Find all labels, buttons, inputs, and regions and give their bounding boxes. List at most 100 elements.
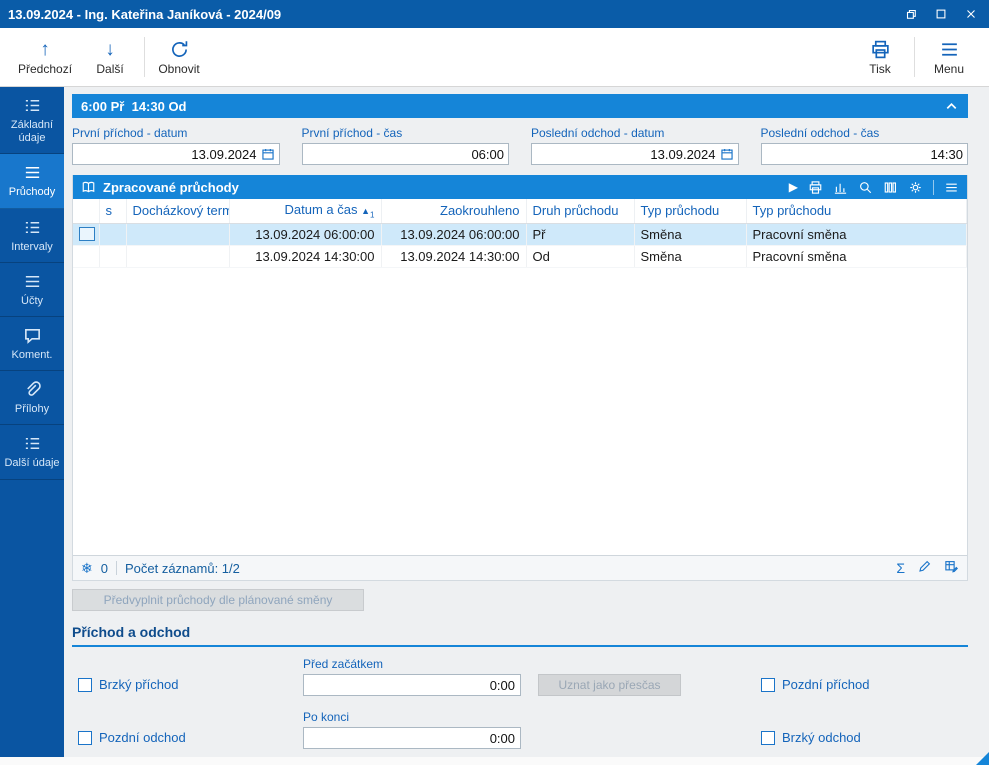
cell-pass-type[interactable]: Směna [634,223,746,245]
cell-rounded[interactable]: 13.09.2024 06:00:00 [381,223,526,245]
sidebar-item-label: Koment. [12,349,53,362]
column-pass-type[interactable]: Typ průchodu [634,199,746,223]
field-label: Poslední odchod - datum [531,126,739,140]
print-grid-icon[interactable] [808,180,823,195]
restore-button[interactable] [897,2,925,26]
sidebar-item-label: Účty [21,295,43,308]
column-s[interactable]: s [99,199,126,223]
cell-terminal[interactable] [126,223,229,245]
window-controls [897,2,985,26]
early-departure-checkbox[interactable]: Brzký odchod [755,730,968,749]
before-start-input[interactable] [303,674,521,696]
sidebar-item-ucty[interactable]: Účty [0,263,64,317]
checkbox-icon[interactable] [761,678,775,692]
first-arrival-date-input[interactable]: 13.09.2024 [72,143,280,165]
sidebar-item-pruchody[interactable]: Průchody [0,154,64,208]
last-departure-date-input[interactable]: 13.09.2024 [531,143,739,165]
cell-s[interactable] [99,223,126,245]
checkbox-icon[interactable] [78,678,92,692]
table-row[interactable]: 13.09.2024 14:30:00 13.09.2024 14:30:00 … [73,245,967,267]
late-arrival-checkbox[interactable]: Pozdní příchod [755,677,968,696]
grid-header-bar: Zpracované průchody ▶ [73,175,967,199]
refresh-button[interactable]: Obnovit [149,32,209,82]
calendar-icon[interactable] [261,147,275,161]
column-terminal[interactable]: Docházkový terminál [126,199,229,223]
table-row[interactable]: 13.09.2024 06:00:00 13.09.2024 06:00:00 … [73,223,967,245]
column-shift-type[interactable]: Typ průchodu [746,199,967,223]
chart-icon[interactable] [833,180,848,195]
last-departure-time-input[interactable]: 14:30 [761,143,969,165]
prefill-passes-button[interactable]: Předvyplnit průchody dle plánované směny [72,589,364,611]
sidebar-item-intervaly[interactable]: Intervaly [0,209,64,263]
grid-edit-icon[interactable] [944,559,959,577]
cell-direction[interactable]: Př [526,223,634,245]
columns-icon[interactable] [883,180,898,195]
field-first-arrival-time: První příchod - čas 06:00 [302,126,510,165]
sidebar-item-zakladni-udaje[interactable]: Základní údaje [0,87,64,154]
after-end-input[interactable] [303,727,521,749]
book-icon [81,180,96,195]
field-last-departure-date: Poslední odchod - datum 13.09.2024 [531,126,739,165]
cell-datetime[interactable]: 13.09.2024 14:30:00 [229,245,381,267]
early-arrival-checkbox[interactable]: Brzký příchod [72,677,303,696]
settings-icon[interactable] [908,180,923,195]
content-area: 6:00 Př 14:30 Od První příchod - datum 1… [64,87,989,757]
cell-datetime[interactable]: 13.09.2024 06:00:00 [229,223,381,245]
recognize-overtime-button[interactable]: Uznat jako přesčas [538,674,681,696]
cell-shift-type[interactable]: Pracovní směna [746,245,967,267]
print-button[interactable]: Tisk [850,32,910,82]
arrow-up-icon: ↑ [40,38,50,60]
next-button[interactable]: ↓ Další [80,32,140,82]
sidebar-item-dalsi-udaje[interactable]: Další údaje [0,425,64,479]
close-button[interactable] [957,2,985,26]
previous-button[interactable]: ↑ Předchozí [10,32,80,82]
field-last-departure-time: Poslední odchod - čas 14:30 [761,126,969,165]
calendar-icon[interactable] [720,147,734,161]
passes-table: s Docházkový terminál Datum a čas ▲1 Zao… [73,199,967,268]
passes-grid-panel: Zpracované průchody ▶ [72,175,968,581]
menu-button[interactable]: Menu [919,32,979,82]
list-icon [23,272,42,291]
refresh-icon [169,38,190,60]
cell-shift-type[interactable]: Pracovní směna [746,223,967,245]
first-arrival-time-input[interactable]: 06:00 [302,143,510,165]
arrival-form: První příchod - datum 13.09.2024 První p… [72,118,968,175]
checkbox-icon[interactable] [78,731,92,745]
late-departure-checkbox[interactable]: Pozdní odchod [72,730,303,749]
search-icon[interactable] [858,180,873,195]
column-selector[interactable] [73,199,99,223]
maximize-button[interactable] [927,2,955,26]
play-icon[interactable]: ▶ [789,180,798,194]
checkbox-icon[interactable] [761,731,775,745]
sidebar-item-prilohy[interactable]: Přílohy [0,371,64,425]
field-value: 13.09.2024 [191,147,256,162]
field-first-arrival-date: První příchod - datum 13.09.2024 [72,126,280,165]
before-start-field: Před začátkem [303,649,521,696]
cell-rounded[interactable]: 13.09.2024 14:30:00 [381,245,526,267]
field-label: Poslední odchod - čas [761,126,969,140]
sidebar-item-label: Základní údaje [2,119,62,145]
field-value: 13.09.2024 [650,147,715,162]
collapse-button[interactable] [944,99,959,114]
column-direction[interactable]: Druh průchodu [526,199,634,223]
grid-toolbar-separator [933,180,934,195]
printer-icon [870,38,891,60]
cell-direction[interactable]: Od [526,245,634,267]
row-selector-cell[interactable] [73,223,99,245]
row-selector-cell[interactable] [73,245,99,267]
column-rounded[interactable]: Zaokrouhleno [381,199,526,223]
late-departure-label: Pozdní odchod [99,730,186,745]
edit-icon[interactable] [917,559,932,577]
sidebar-item-komentare[interactable]: Koment. [0,317,64,371]
table-header-row: s Docházkový terminál Datum a čas ▲1 Zao… [73,199,967,223]
cell-pass-type[interactable]: Směna [634,245,746,267]
column-datetime[interactable]: Datum a čas ▲1 [229,199,381,223]
cell-s[interactable] [99,245,126,267]
field-label: První příchod - čas [302,126,510,140]
resize-grip[interactable] [976,752,989,765]
list-icon [23,96,42,115]
sum-icon[interactable]: Σ [896,560,905,576]
grid-menu-icon[interactable] [944,180,959,195]
grid-title: Zpracované průchody [103,180,239,195]
cell-terminal[interactable] [126,245,229,267]
